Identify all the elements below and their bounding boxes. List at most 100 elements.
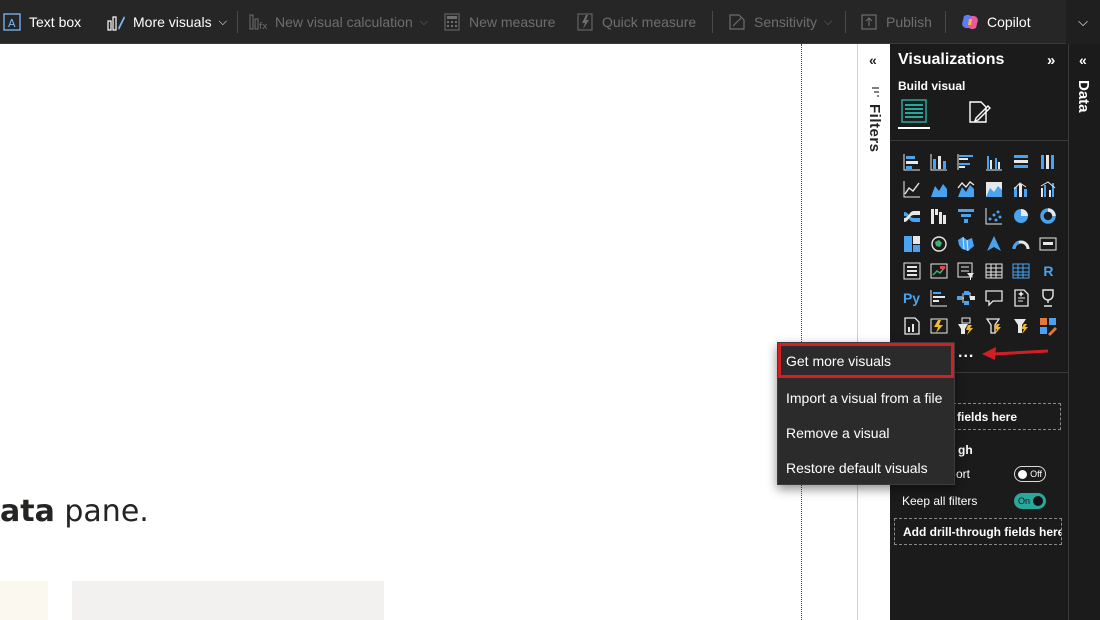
new-measure-label: New measure [469, 14, 556, 30]
restore-default-visuals-item[interactable]: Restore default visuals [778, 450, 954, 485]
card-icon[interactable] [1035, 230, 1062, 257]
stacked-area-chart-icon[interactable] [953, 175, 980, 202]
stacked-bar-chart-icon[interactable] [898, 148, 925, 175]
stacked-column-chart-icon[interactable] [925, 148, 952, 175]
copilot-button[interactable]: Copilot [960, 0, 1031, 44]
chevron-down-icon: ⌵ [218, 15, 227, 28]
matrix-icon[interactable] [1008, 258, 1035, 285]
add-fields-dropzone[interactable]: fields here [948, 403, 1061, 430]
qa-visual-icon[interactable] [980, 285, 1007, 312]
pie-chart-icon[interactable] [1008, 203, 1035, 230]
new-measure-button[interactable]: New measure [442, 0, 555, 44]
power-automate-2-icon[interactable] [1008, 312, 1035, 339]
keep-all-filters-state: On [1018, 496, 1031, 506]
ribbon-separator [845, 11, 846, 33]
format-visual-icon [966, 99, 992, 130]
clustered-bar-chart-icon[interactable] [953, 148, 980, 175]
decomposition-tree-icon[interactable] [953, 285, 980, 312]
gauge-icon[interactable] [1008, 230, 1035, 257]
r-script-visual-icon[interactable]: R [1035, 258, 1062, 285]
drill-through-heading: gh [958, 443, 973, 457]
get-more-visuals-item[interactable]: Get more visuals [778, 343, 954, 378]
quick-measure-button[interactable]: Quick measure [575, 0, 696, 44]
clustered-column-chart-icon[interactable] [980, 148, 1007, 175]
map-icon[interactable] [925, 230, 952, 257]
filter-icon [871, 84, 880, 102]
import-visual-from-file-item[interactable]: Import a visual from a file [778, 380, 954, 415]
quick-measure-label: Quick measure [602, 14, 697, 30]
more-visuals-ellipsis[interactable]: ... [958, 344, 974, 362]
new-visual-calculation-button[interactable]: fx New visual calculation ⌵ [248, 0, 428, 44]
donut-chart-icon[interactable] [1035, 203, 1062, 230]
expand-data-icon[interactable]: « [1079, 52, 1087, 68]
multi-row-card-icon[interactable] [898, 258, 925, 285]
power-automate-icon[interactable] [953, 312, 980, 339]
canvas-card[interactable] [0, 581, 48, 620]
expand-filters-icon[interactable]: « [869, 52, 877, 68]
100-stacked-bar-chart-icon[interactable] [1008, 148, 1035, 175]
area-chart-icon[interactable] [925, 175, 952, 202]
canvas-instruction-text: ata pane. [0, 494, 149, 529]
svg-text:A: A [8, 17, 16, 30]
custom-visual-icon[interactable] [1035, 312, 1062, 339]
text-box-button[interactable]: A Text box [2, 0, 81, 44]
kpi-icon[interactable] [925, 258, 952, 285]
filters-pane-label: Filters [866, 104, 883, 153]
data-pane[interactable]: « Data [1068, 44, 1100, 620]
remove-visual-item[interactable]: Remove a visual [778, 415, 954, 450]
new-visual-calculation-label: New visual calculation [275, 14, 413, 30]
paginated-report-icon[interactable] [898, 312, 925, 339]
toggle-knob [1018, 469, 1027, 479]
format-visual-tab[interactable] [964, 99, 994, 129]
filters-pane[interactable]: « Filters [857, 44, 890, 620]
text-box-icon: A [2, 12, 22, 32]
cross-report-label: ort [956, 467, 970, 481]
scatter-chart-icon[interactable] [980, 203, 1007, 230]
build-visual-label: Build visual [898, 79, 966, 93]
power-automate-alt-icon[interactable] [980, 312, 1007, 339]
table-icon[interactable] [980, 258, 1007, 285]
canvas-text-bold: ata [0, 494, 55, 529]
red-arrow-annotation [982, 347, 1049, 360]
cross-report-toggle[interactable]: Off [1014, 466, 1046, 482]
publish-icon [859, 12, 879, 32]
publish-label: Publish [886, 14, 932, 30]
calculator-icon [442, 12, 462, 32]
drill-through-dropzone-label: Add drill-through fields here [903, 524, 1062, 539]
keep-all-filters-toggle[interactable]: On [1014, 493, 1046, 509]
line-and-clustered-column-chart-icon[interactable] [1035, 175, 1062, 202]
ribbon-chart-icon[interactable] [898, 203, 925, 230]
power-apps-icon[interactable] [925, 312, 952, 339]
waterfall-chart-icon[interactable] [925, 203, 952, 230]
treemap-icon[interactable] [898, 230, 925, 257]
sensitivity-button[interactable]: Sensitivity ⌵ [727, 0, 832, 44]
python-visual-icon[interactable]: Py [898, 285, 925, 312]
metrics-icon[interactable] [1035, 285, 1062, 312]
drill-through-dropzone[interactable]: Add drill-through fields here [894, 518, 1062, 545]
build-visual-tab[interactable] [898, 98, 930, 129]
ribbon-expand-button[interactable]: ⌵ [1066, 0, 1100, 44]
canvas-card[interactable] [72, 581, 384, 620]
line-chart-icon[interactable] [898, 175, 925, 202]
filled-map-icon[interactable] [953, 230, 980, 257]
azure-map-icon[interactable] [980, 230, 1007, 257]
report-canvas[interactable]: ata pane. [0, 44, 858, 620]
divider [890, 140, 1068, 141]
cross-report-label-text: ort [956, 467, 971, 481]
chevron-down-icon: ⌵ [824, 15, 833, 28]
line-and-stacked-column-chart-icon[interactable] [1008, 175, 1035, 202]
drill-through-heading-text: gh [958, 443, 973, 457]
smart-narrative-icon[interactable] [1008, 285, 1035, 312]
visual-calculation-icon: fx [248, 12, 268, 32]
key-influencers-icon[interactable] [925, 285, 952, 312]
more-visuals-button[interactable]: More visuals ⌵ [106, 0, 227, 44]
funnel-chart-icon[interactable] [953, 203, 980, 230]
copilot-icon [960, 12, 980, 32]
100-stacked-area-chart-icon[interactable] [980, 175, 1007, 202]
publish-button[interactable]: Publish [859, 0, 932, 44]
collapse-visualizations-icon[interactable]: » [1047, 52, 1055, 69]
100-stacked-column-chart-icon[interactable] [1035, 148, 1062, 175]
ribbon-separator [945, 11, 946, 33]
slicer-icon[interactable] [953, 258, 980, 285]
sensitivity-label: Sensitivity [754, 14, 818, 30]
